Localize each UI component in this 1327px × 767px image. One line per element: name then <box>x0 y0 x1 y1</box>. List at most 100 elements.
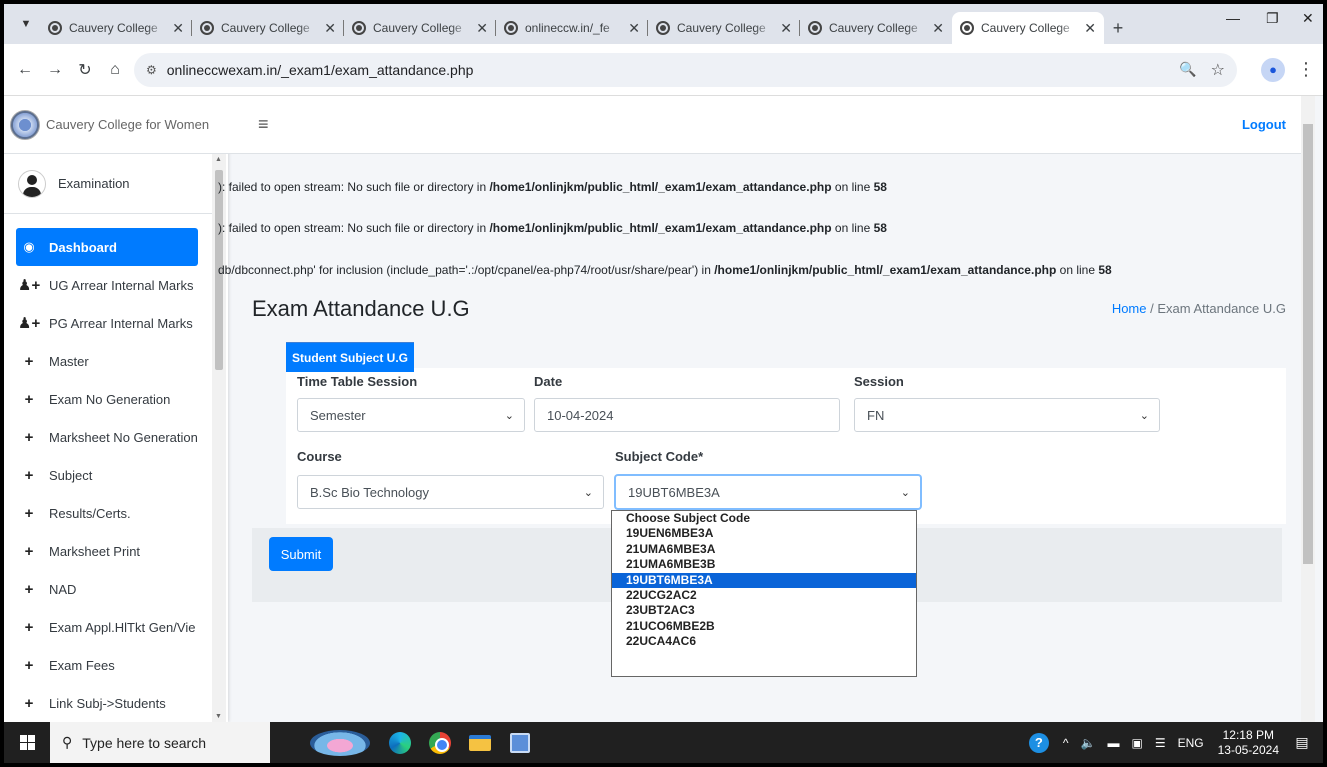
user-panel: Examination <box>4 154 218 214</box>
window-close-icon[interactable]: ✕ <box>1302 10 1314 27</box>
breadcrumb-current: Exam Attandance U.G <box>1157 301 1286 316</box>
dropdown-option[interactable]: 23UBT2AC3 <box>612 603 916 618</box>
browser-menu-icon[interactable]: ⋮ <box>1297 59 1315 80</box>
sidebar-item-exam-no[interactable]: + Exam No Generation <box>18 380 198 418</box>
user-name[interactable]: Examination <box>58 176 130 191</box>
volume-icon[interactable]: 🔈 <box>1081 736 1096 750</box>
browser-tab[interactable]: Cauvery College ✕ <box>344 12 496 44</box>
dropdown-option[interactable]: 19UEN6MBE3A <box>612 526 916 541</box>
browser-tab[interactable]: Cauvery College ✕ <box>192 12 344 44</box>
sidebar-item-marksheet-print[interactable]: + Marksheet Print <box>18 532 198 570</box>
network-icon[interactable]: ▬ <box>1107 736 1119 750</box>
browser-tab[interactable]: Cauvery College ✕ <box>648 12 800 44</box>
file-explorer-icon[interactable] <box>460 722 500 763</box>
taskbar: ⚲ Type here to search ? ^ 🔈 ▬ ▣ ☰ ENG 12… <box>4 722 1323 763</box>
submit-button[interactable]: Submit <box>269 537 333 571</box>
php-warning: ): failed to open stream: No such file o… <box>218 221 887 235</box>
restore-icon[interactable]: ❐ <box>1266 10 1279 27</box>
browser-tab-active[interactable]: Cauvery College ✕ <box>952 12 1104 44</box>
plus-icon: + <box>24 428 34 446</box>
browser-tab[interactable]: onlineccw.in/_fe ✕ <box>496 12 648 44</box>
sidebar-item-link-subj[interactable]: + Link Subj->Students <box>18 684 198 722</box>
minimize-icon[interactable]: — <box>1226 10 1240 26</box>
language-indicator[interactable]: ENG <box>1178 736 1204 750</box>
dropdown-option[interactable]: Choose Subject Code <box>612 511 916 526</box>
sidebar-item-marksheet-no[interactable]: + Marksheet No Generation <box>18 418 198 456</box>
sidebar-item-dashboard[interactable]: ◉ Dashboard <box>16 228 198 266</box>
dropdown-option[interactable]: 21UMA6MBE3A <box>612 542 916 557</box>
site-info-icon[interactable]: ⚙ <box>146 63 157 77</box>
date-field[interactable]: 10-04-2024 <box>534 398 840 432</box>
globe-icon <box>200 21 214 35</box>
breadcrumb-home-link[interactable]: Home <box>1112 301 1147 316</box>
url-text: onlineccwexam.in/_exam1/exam_attandance.… <box>166 61 474 78</box>
home-icon[interactable]: ⌂ <box>100 61 130 79</box>
tab-search-chevron-icon[interactable]: ▼ <box>12 8 40 40</box>
display-icon[interactable]: ▣ <box>1131 736 1142 750</box>
subject-code-select[interactable]: 19UBT6MBE3A ⌄ <box>615 475 921 509</box>
input-method-icon[interactable]: ☰ <box>1155 736 1166 750</box>
page-scroll-thumb[interactable] <box>1303 124 1313 564</box>
dropdown-option[interactable]: 22UCG2AC2 <box>612 588 916 603</box>
scroll-down-icon[interactable]: ▼ <box>215 713 222 720</box>
taskbar-search[interactable]: ⚲ Type here to search <box>50 722 270 763</box>
back-arrow-icon[interactable]: ← <box>10 61 40 79</box>
profile-avatar-icon[interactable]: ● <box>1261 57 1285 82</box>
lotus-widget-icon[interactable] <box>310 729 370 756</box>
time-table-session-label: Time Table Session <box>297 374 418 389</box>
url-field[interactable]: ⚙ onlineccwexam.in/_exam1/exam_attandanc… <box>134 52 1237 87</box>
notification-icon[interactable]: ▤ <box>1289 734 1315 751</box>
hamburger-menu-icon[interactable]: ≡ <box>258 114 269 135</box>
clock[interactable]: 12:18 PM 13-05-2024 <box>1218 728 1279 758</box>
sidebar-item-results[interactable]: + Results/Certs. <box>18 494 198 532</box>
help-icon[interactable]: ? <box>1028 732 1049 753</box>
edge-browser-icon[interactable] <box>380 722 420 763</box>
chrome-browser-icon[interactable] <box>420 722 460 763</box>
time-table-session-select[interactable]: Semester ⌄ <box>297 398 525 432</box>
chevron-up-icon[interactable]: ^ <box>1063 736 1069 750</box>
sidebar-scrollbar[interactable]: ▲ ▼ <box>212 154 226 722</box>
tab-title: Cauvery College <box>373 21 462 35</box>
sidebar-nav: ◉ Dashboard ♟+ UG Arrear Internal Marks ♟+… <box>4 214 212 722</box>
forward-arrow-icon[interactable]: → <box>40 61 70 79</box>
close-icon[interactable]: ✕ <box>172 20 184 37</box>
close-icon[interactable]: ✕ <box>932 20 944 37</box>
course-select[interactable]: B.Sc Bio Technology ⌄ <box>297 475 604 509</box>
scroll-up-icon[interactable]: ▲ <box>215 156 222 163</box>
dropdown-option[interactable]: 21UMA6MBE3B <box>612 557 916 572</box>
sidebar-item-exam-appl[interactable]: + Exam Appl.HlTkt Gen/Vie <box>18 608 198 646</box>
dropdown-option[interactable]: 21UCO6MBE2B <box>612 619 916 634</box>
new-tab-plus-icon[interactable]: + <box>1104 12 1132 44</box>
plus-icon: + <box>24 504 34 522</box>
dropdown-option[interactable]: 22UCA4AC6 <box>612 634 916 649</box>
sidebar-item-ug-arrear[interactable]: ♟+ UG Arrear Internal Marks <box>18 266 198 304</box>
sidebar-item-master[interactable]: + Master <box>18 342 198 380</box>
bookmark-star-icon[interactable]: ☆ <box>1211 60 1225 80</box>
reload-icon[interactable]: ↻ <box>70 60 100 80</box>
brand[interactable]: Cauvery College for Women <box>4 96 228 154</box>
notepad-icon[interactable] <box>500 722 540 763</box>
page-scrollbar[interactable] <box>1301 96 1315 722</box>
breadcrumb-separator: / <box>1150 301 1154 316</box>
card-tab-student-subject[interactable]: Student Subject U.G <box>286 342 415 372</box>
sidebar-item-label: Results/Certs. <box>49 505 131 521</box>
close-icon[interactable]: ✕ <box>628 20 640 37</box>
close-icon[interactable]: ✕ <box>324 20 336 37</box>
sidebar-item-pg-arrear[interactable]: ♟+ PG Arrear Internal Marks <box>18 304 198 342</box>
sidebar-item-subject[interactable]: + Subject <box>18 456 198 494</box>
globe-icon <box>352 21 366 35</box>
windows-start-icon[interactable] <box>4 735 50 750</box>
browser-tab[interactable]: Cauvery College ✕ <box>40 12 192 44</box>
session-select[interactable]: FN ⌄ <box>854 398 1160 432</box>
logout-link[interactable]: Logout <box>1242 117 1286 132</box>
close-icon[interactable]: ✕ <box>780 20 792 37</box>
dropdown-option-selected[interactable]: 19UBT6MBE3A <box>612 572 916 588</box>
close-icon[interactable]: ✕ <box>1084 20 1096 37</box>
browser-tab[interactable]: Cauvery College ✕ <box>800 12 952 44</box>
sidebar-item-nad[interactable]: + NAD <box>18 570 198 608</box>
close-icon[interactable]: ✕ <box>476 20 488 37</box>
sidebar-item-exam-fees[interactable]: + Exam Fees <box>18 646 198 684</box>
zoom-icon[interactable]: 🔍 <box>1179 61 1196 78</box>
plus-icon: + <box>24 580 34 598</box>
sidebar-item-label: Link Subj->Students <box>49 695 166 711</box>
